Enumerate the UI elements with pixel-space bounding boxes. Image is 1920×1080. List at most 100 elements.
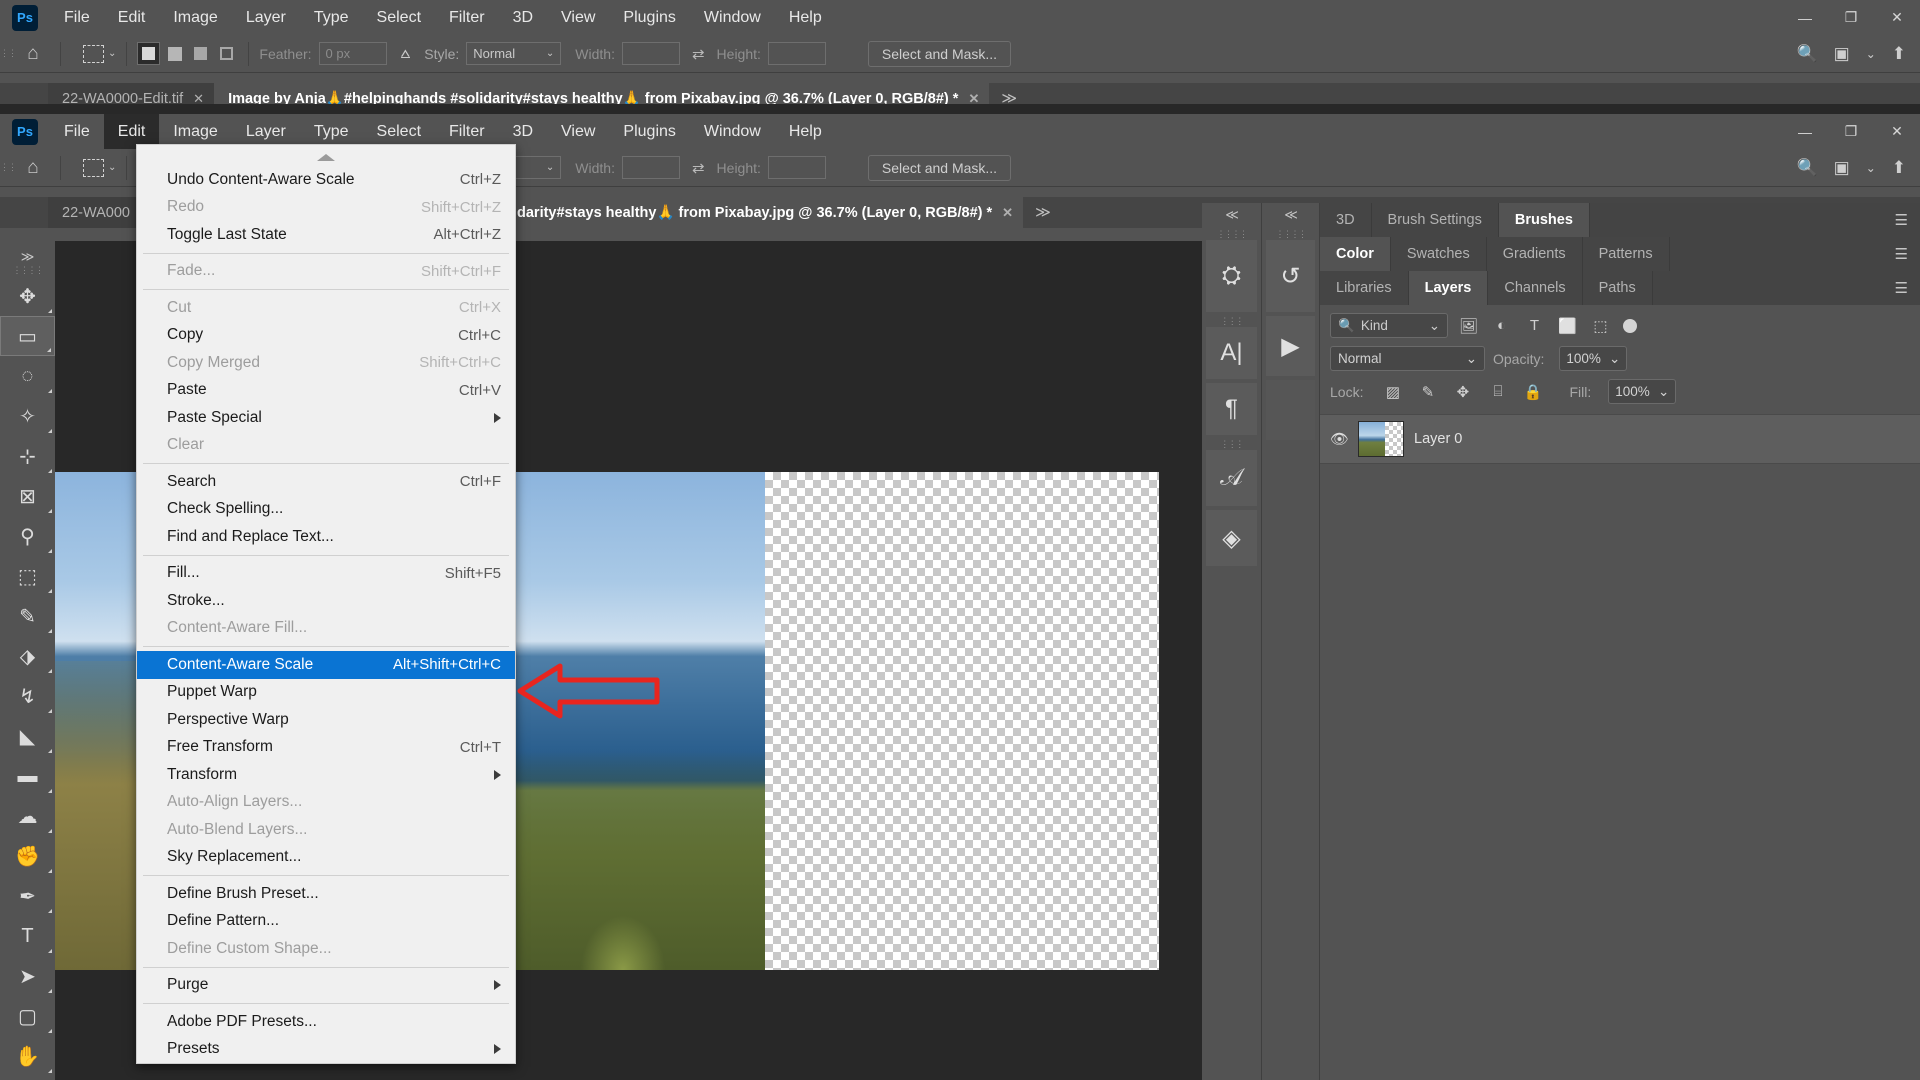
menu-select[interactable]: Select [363, 0, 435, 35]
menu-item-presets[interactable]: Presets [137, 1036, 515, 1064]
actions-panel-icon[interactable]: ↺ [1266, 240, 1315, 312]
options-grip-icon[interactable]: ⋮⋮ [0, 35, 17, 73]
edit-menu-dropdown[interactable]: Undo Content-Aware Scale Ctrl+Z Redo Shift+… [136, 144, 516, 1064]
pen-tool[interactable]: ✒ [0, 876, 55, 916]
eraser-tool[interactable]: ◣ [0, 716, 55, 756]
move-tool[interactable]: ✥ [0, 276, 55, 316]
menu-item-sky-replacement[interactable]: Sky Replacement... [137, 844, 515, 872]
scroll-up-arrow-icon[interactable] [137, 149, 515, 166]
gradient-tool[interactable]: ▬ [0, 756, 55, 796]
collapse-panel-icon-2[interactable]: ≪ [1262, 203, 1319, 229]
close-button[interactable]: ✕ [1874, 0, 1920, 35]
opacity-input[interactable]: 100% ⌄ [1559, 346, 1628, 371]
workspace-icon[interactable]: ▣ [1834, 44, 1850, 64]
tab-patterns[interactable]: Patterns [1582, 237, 1670, 271]
table-row[interactable]: 👁 Layer 0 [1320, 414, 1920, 464]
maximize-button[interactable]: ❐ [1828, 114, 1874, 149]
menu-filter[interactable]: Filter [435, 0, 499, 35]
minimize-button[interactable]: — [1782, 0, 1828, 35]
options-grip-icon[interactable]: ⋮⋮ [0, 149, 17, 187]
tab-front-1[interactable]: 22-WA000 [48, 197, 140, 228]
menu-item-puppet-warp[interactable]: Puppet Warp [137, 679, 515, 707]
subtract-selection-icon[interactable] [189, 42, 212, 65]
tab-layers[interactable]: Layers [1408, 271, 1489, 305]
swap-icon[interactable]: ⇄ [692, 159, 705, 177]
new-selection-icon[interactable] [137, 42, 161, 65]
toolbar-grip[interactable]: ⋮⋮⋮⋮ [0, 265, 55, 276]
menu-item-perspective-warp[interactable]: Perspective Warp [137, 706, 515, 734]
maximize-button[interactable]: ❐ [1828, 0, 1874, 35]
tab-brush-settings[interactable]: Brush Settings [1371, 203, 1499, 237]
lock-transparent-pixels-icon[interactable]: ▨ [1380, 383, 1405, 401]
lock-position-icon[interactable]: ✥ [1450, 383, 1475, 401]
layer-thumbnail[interactable] [1358, 421, 1404, 457]
menu-item-purge[interactable]: Purge [137, 972, 515, 1000]
zoom-tool[interactable]: 🔍 [0, 1076, 55, 1080]
menu-item-find-and-replace-text[interactable]: Find and Replace Text... [137, 523, 515, 551]
menu-item-undo-content-aware-scale[interactable]: Undo Content-Aware Scale Ctrl+Z [137, 166, 515, 194]
panel-grip-2[interactable]: ⋮⋮⋮ [1202, 316, 1261, 327]
tool-preset-picker[interactable]: ⌄ [83, 158, 116, 177]
menu-item-fill[interactable]: Fill... Shift+F5 [137, 560, 515, 588]
lock-all-icon[interactable]: 🔒 [1520, 383, 1545, 401]
hand-tool[interactable]: ✋ [0, 1036, 55, 1076]
panel-grip-1[interactable]: ⋮⋮⋮⋮ [1202, 229, 1261, 240]
lasso-tool[interactable]: ◌ [0, 356, 55, 396]
menu-view[interactable]: View [547, 114, 609, 149]
clone-stamp-tool[interactable]: ⬗ [0, 636, 55, 676]
menu-plugins[interactable]: Plugins [609, 0, 689, 35]
lock-artboard-icon[interactable]: ⌸ [1485, 383, 1510, 400]
menu-item-content-aware-scale[interactable]: Content-Aware Scale Alt+Shift+Ctrl+C [137, 651, 515, 679]
search-icon[interactable]: 🔍 [1796, 158, 1817, 178]
quick-selection-tool[interactable]: ✧ [0, 396, 55, 436]
close-button[interactable]: ✕ [1874, 114, 1920, 149]
tab-close-icon[interactable]: ✕ [1002, 205, 1013, 221]
smartobject-filter-icon[interactable]: ⬚ [1588, 317, 1613, 335]
spot-healing-brush-tool[interactable]: ⬚ [0, 556, 55, 596]
add-selection-icon[interactable] [163, 42, 186, 65]
menu-window[interactable]: Window [690, 114, 775, 149]
blend-mode-select[interactable]: Normal ⌄ [1330, 346, 1485, 371]
brush-tool[interactable]: ✎ [0, 596, 55, 636]
antialias-icon[interactable]: ⩟ [401, 45, 411, 63]
menu-window[interactable]: Window [690, 0, 775, 35]
menu-view[interactable]: View [547, 0, 609, 35]
menu-item-adobe-pdf-presets[interactable]: Adobe PDF Presets... [137, 1008, 515, 1036]
path-selection-tool[interactable]: ➤ [0, 956, 55, 996]
menu-item-stroke[interactable]: Stroke... [137, 587, 515, 615]
dodge-tool[interactable]: ✊ [0, 836, 55, 876]
home-icon[interactable]: ⌂ [16, 157, 50, 179]
menu-item-copy[interactable]: Copy Ctrl+C [137, 322, 515, 350]
tab-3d[interactable]: 3D [1320, 203, 1372, 237]
menu-type[interactable]: Type [300, 0, 363, 35]
panel-grip-4[interactable]: ⋮⋮⋮⋮ [1262, 229, 1319, 240]
width-input[interactable] [621, 42, 680, 65]
home-icon[interactable]: ⌂ [16, 43, 50, 65]
play-icon[interactable]: ▶ [1266, 316, 1315, 376]
shape-filter-icon[interactable]: ⬜ [1555, 317, 1580, 335]
menu-item-paste-special[interactable]: Paste Special [137, 404, 515, 432]
feather-input[interactable]: 0 px [318, 42, 387, 65]
minimize-button[interactable]: — [1782, 114, 1828, 149]
menu-item-paste[interactable]: Paste Ctrl+V [137, 377, 515, 405]
share-icon[interactable]: ⬆ [1892, 158, 1906, 178]
filter-toggle[interactable] [1623, 318, 1637, 333]
menu-item-check-spelling[interactable]: Check Spelling... [137, 496, 515, 524]
tab-brushes[interactable]: Brushes [1498, 203, 1590, 237]
menu-item-define-pattern[interactable]: Define Pattern... [137, 908, 515, 936]
panel-menu-icon[interactable]: ☰ [1883, 271, 1920, 305]
crop-tool[interactable]: ⊹ [0, 436, 55, 476]
menu-item-define-brush-preset[interactable]: Define Brush Preset... [137, 880, 515, 908]
tab-swatches[interactable]: Swatches [1390, 237, 1487, 271]
menu-3d[interactable]: 3D [499, 0, 547, 35]
adjustment-filter-icon[interactable]: ◐ [1489, 317, 1514, 334]
tabs-overflow-icon[interactable]: ≫ [1023, 197, 1063, 228]
menu-help[interactable]: Help [775, 0, 836, 35]
menu-help[interactable]: Help [775, 114, 836, 149]
chevron-down-icon[interactable]: ⌄ [1866, 47, 1876, 61]
horizontal-type-tool[interactable]: T [0, 916, 55, 956]
image-filter-icon[interactable]: 🖼 [1456, 317, 1481, 335]
menu-item-search[interactable]: Search Ctrl+F [137, 468, 515, 496]
menu-file[interactable]: File [50, 0, 104, 35]
rectangle-tool[interactable]: ▢ [0, 996, 55, 1036]
